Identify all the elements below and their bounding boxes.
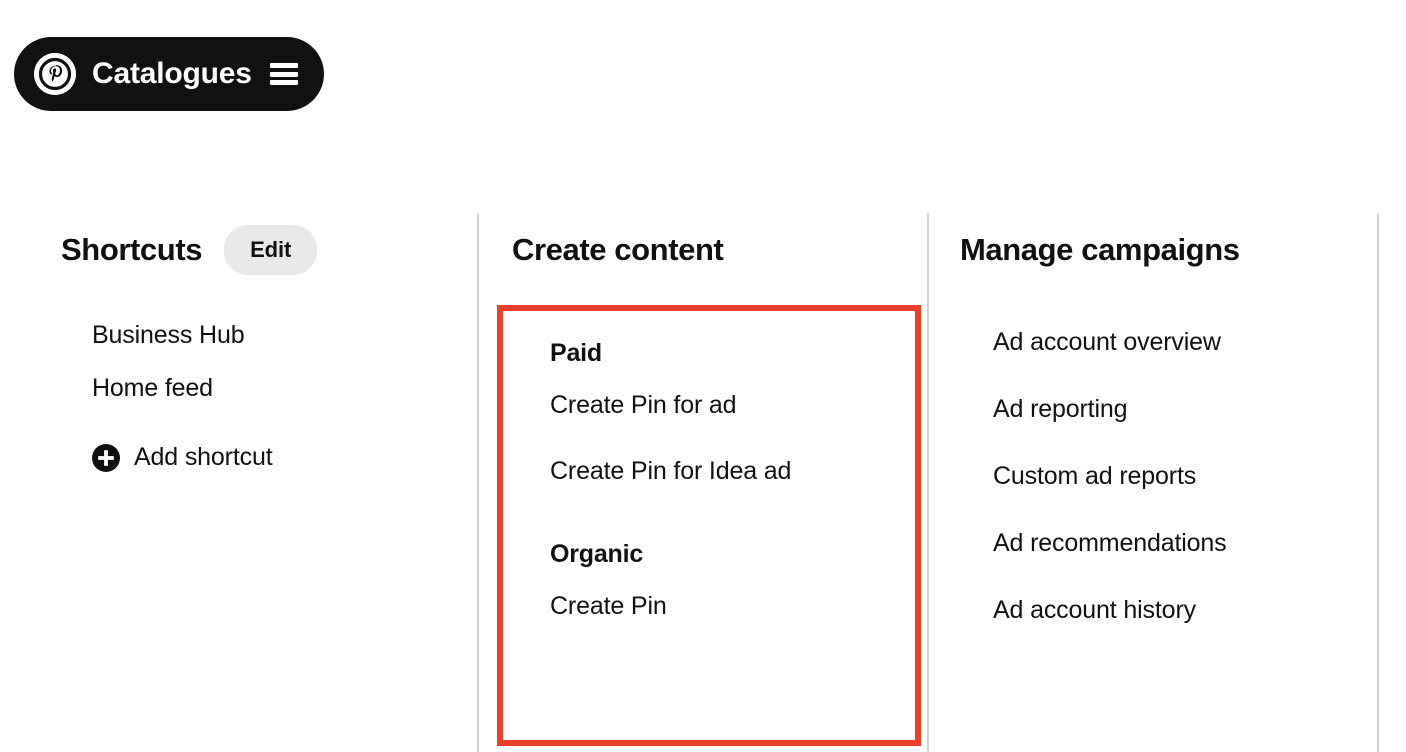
header-title: Catalogues [92,57,252,90]
menu-item-create-pin-for-idea-ad[interactable]: Create Pin for Idea ad [550,438,927,504]
menu-item-ad-account-overview[interactable]: Ad account overview [993,309,1377,376]
catalogues-header-pill[interactable]: Catalogues [14,37,324,111]
create-content-column: Create content [479,213,927,287]
page-title-manage-campaigns: Manage campaigns [960,232,1240,267]
manage-campaigns-header: Manage campaigns [929,213,1377,287]
page-title-create-content: Create content [512,232,724,267]
sidebar-item-business-hub[interactable]: Business Hub [92,309,477,362]
group-label-organic: Organic [550,540,644,568]
create-content-list: Paid Create Pin for ad Create Pin for Id… [503,311,927,639]
menu-item-ad-recommendations[interactable]: Ad recommendations [993,510,1377,577]
group-label-paid: Paid [550,339,602,367]
add-shortcut-label: Add shortcut [134,443,273,471]
page-title-shortcuts: Shortcuts [61,232,203,267]
shortcuts-column: Shortcuts Edit Business Hub Home feed Ad… [0,213,477,486]
menu-item-ad-account-history[interactable]: Ad account history [993,577,1377,644]
menu-item-custom-ad-reports[interactable]: Custom ad reports [993,443,1377,510]
hamburger-menu-icon[interactable] [269,63,298,85]
menu-item-create-pin-for-ad[interactable]: Create Pin for ad [550,372,927,438]
column-divider [477,213,479,752]
shortcuts-list: Business Hub Home feed Add shortcut [0,287,477,486]
sidebar-item-home-feed[interactable]: Home feed [92,362,477,415]
edit-shortcuts-button[interactable]: Edit [224,225,318,275]
create-content-header: Create content [479,213,927,287]
add-shortcut-button[interactable]: Add shortcut [92,429,477,486]
plus-circle-icon [92,443,120,472]
menu-item-create-pin[interactable]: Create Pin [550,573,927,639]
shortcuts-header: Shortcuts Edit [0,213,477,287]
pinterest-logo-icon [34,53,76,95]
create-content-highlight-box: Paid Create Pin for ad Create Pin for Id… [497,305,921,746]
menu-item-ad-reporting[interactable]: Ad reporting [993,376,1377,443]
column-divider [1377,213,1379,752]
manage-campaigns-list: Ad account overview Ad reporting Custom … [929,287,1377,644]
manage-campaigns-column: Manage campaigns Ad account overview Ad … [929,213,1377,644]
